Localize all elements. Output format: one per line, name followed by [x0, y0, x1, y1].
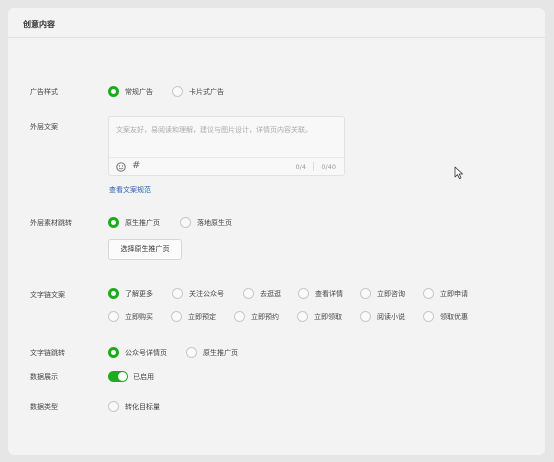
outer-copy-placeholder: 文案友好，易阅读和理解，建议与图片设计，详情页内容关联。	[116, 126, 312, 134]
smile-icon[interactable]	[116, 162, 126, 172]
radio-unchecked-icon	[171, 311, 182, 322]
radio-unchecked-icon	[180, 217, 191, 228]
radio-checked-icon	[108, 217, 119, 228]
data-display-status: 已启用	[133, 373, 154, 381]
data-display-toggle[interactable]	[108, 371, 128, 382]
radio-unchecked-icon	[234, 311, 245, 322]
option-label: 立即领取	[314, 312, 342, 321]
radio-unchecked-icon	[243, 288, 254, 299]
outer-jump-option-landing[interactable]: 落地原生页	[180, 217, 232, 228]
option-label: 转化目标量	[125, 402, 160, 411]
data-type-label: 数据类型	[30, 403, 58, 411]
radio-unchecked-icon	[423, 311, 434, 322]
data-display-label: 数据展示	[30, 373, 58, 381]
ad-style-option-regular[interactable]: 常规广告	[108, 86, 153, 97]
radio-checked-icon	[108, 86, 119, 97]
radio-unchecked-icon	[108, 311, 119, 322]
select-native-page-button[interactable]: 选择原生推广页	[108, 239, 182, 260]
option-label: 了解更多	[125, 289, 153, 298]
view-copy-guidelines-link[interactable]: 查看文案规范	[109, 185, 151, 195]
text-link-jump-option-official[interactable]: 公众号详情页	[108, 347, 167, 358]
radio-unchecked-icon	[423, 288, 434, 299]
ad-style-option-card[interactable]: 卡片式广告	[172, 86, 224, 97]
textarea-toolbar: # 0/4 0/40	[109, 157, 344, 175]
option-label: 公众号详情页	[125, 348, 167, 357]
text-link-jump-option-native[interactable]: 原生推广页	[186, 347, 238, 358]
option-label: 查看详情	[315, 289, 343, 298]
option-label: 立即咨询	[377, 289, 405, 298]
radio-unchecked-icon	[360, 288, 371, 299]
text-link-option[interactable]: 立即申请	[423, 288, 468, 299]
option-label: 卡片式广告	[189, 87, 224, 96]
option-label: 关注公众号	[189, 289, 224, 298]
text-link-option[interactable]: 立即预定	[171, 311, 216, 322]
radio-unchecked-icon	[186, 347, 197, 358]
option-label: 立即申请	[440, 289, 468, 298]
radio-unchecked-icon	[108, 401, 119, 412]
text-link-option[interactable]: 去逛逛	[243, 288, 281, 299]
radio-unchecked-icon	[297, 311, 308, 322]
text-link-jump-label: 文字链跳转	[30, 349, 65, 357]
option-label: 阅读小说	[377, 312, 405, 321]
hash-icon[interactable]: #	[132, 160, 140, 171]
option-label: 落地原生页	[197, 218, 232, 227]
panel-title: 创意内容	[23, 20, 55, 29]
text-link-option[interactable]: 立即领取	[297, 311, 342, 322]
ad-style-label: 广告样式	[30, 88, 58, 96]
option-label: 立即购买	[125, 312, 153, 321]
option-label: 原生推广页	[203, 348, 238, 357]
radio-unchecked-icon	[172, 288, 183, 299]
counter-right: 0/40	[321, 163, 336, 171]
creative-content-panel: 创意内容	[8, 8, 545, 455]
text-link-option[interactable]: 立即咨询	[360, 288, 405, 299]
text-link-option[interactable]: 立即预约	[234, 311, 279, 322]
outer-copy-label: 外层文案	[30, 123, 58, 131]
text-link-option[interactable]: 关注公众号	[172, 288, 224, 299]
cursor-icon	[454, 166, 463, 179]
data-type-option-conversion[interactable]: 转化目标量	[108, 401, 160, 412]
panel-header: 创意内容	[8, 8, 545, 38]
counter-left: 0/4	[295, 163, 306, 171]
outer-copy-textarea[interactable]: 文案友好，易阅读和理解，建议与图片设计，详情页内容关联。 # 0/4 0/40	[108, 116, 345, 176]
text-link-option[interactable]: 阅读小说	[360, 311, 405, 322]
counter-divider	[313, 162, 314, 171]
outer-jump-label: 外层素材跳转	[30, 219, 72, 227]
toggle-knob	[118, 372, 127, 381]
radio-checked-icon	[108, 288, 119, 299]
option-label: 常规广告	[125, 87, 153, 96]
text-link-option[interactable]: 领取优惠	[423, 311, 468, 322]
text-link-option[interactable]: 了解更多	[108, 288, 153, 299]
option-label: 原生推广页	[125, 218, 160, 227]
outer-jump-option-native[interactable]: 原生推广页	[108, 217, 160, 228]
text-link-option[interactable]: 立即购买	[108, 311, 153, 322]
option-label: 去逛逛	[260, 289, 281, 298]
option-label: 领取优惠	[440, 312, 468, 321]
option-label: 立即预定	[188, 312, 216, 321]
text-link-copy-label: 文字链文案	[30, 291, 65, 299]
option-label: 立即预约	[251, 312, 279, 321]
radio-unchecked-icon	[172, 86, 183, 97]
radio-unchecked-icon	[360, 311, 371, 322]
text-link-option[interactable]: 查看详情	[298, 288, 343, 299]
radio-unchecked-icon	[298, 288, 309, 299]
radio-checked-icon	[108, 347, 119, 358]
